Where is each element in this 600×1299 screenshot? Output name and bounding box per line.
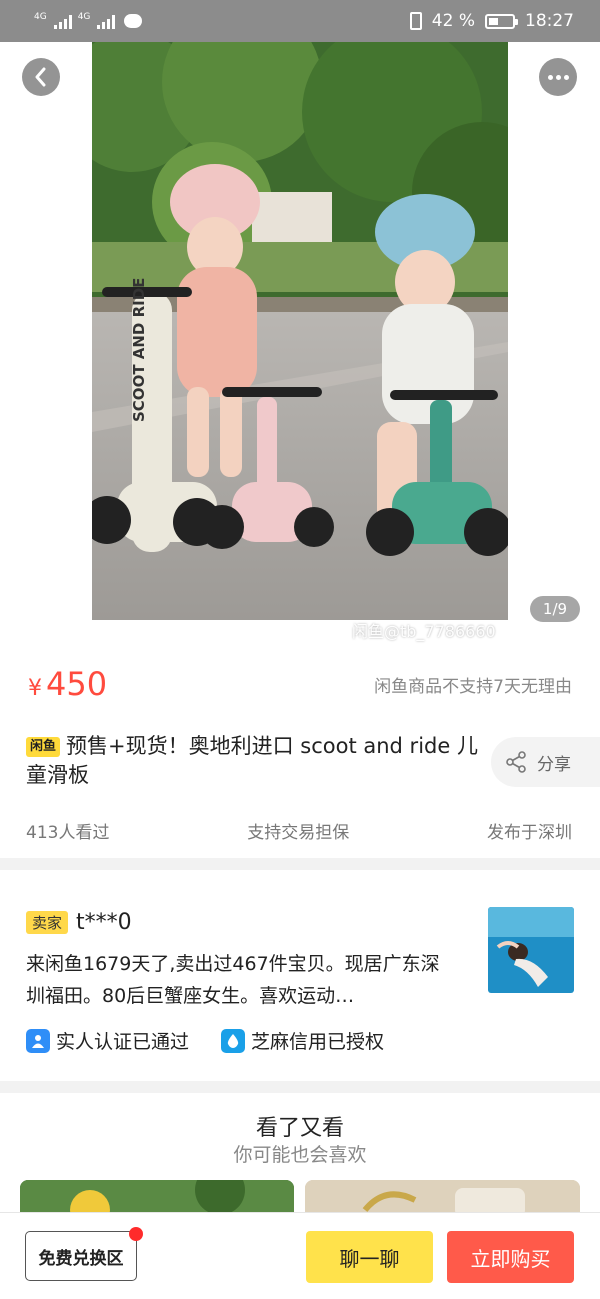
- product-photo[interactable]: SCOOT AND RIDE: [92, 42, 508, 620]
- buy-now-button[interactable]: 立即购买: [447, 1231, 574, 1283]
- more-dots-icon: [547, 74, 553, 80]
- seller-badges: 实人认证已通过 芝麻信用已授权: [26, 1027, 384, 1054]
- notification-dot: [129, 1227, 143, 1241]
- guarantee-info: 支持交易担保: [247, 823, 350, 843]
- battery-percent: 42 %: [431, 11, 475, 31]
- seller-bio: 来闲鱼1679天了,卖出过467件宝贝。现居广东深圳福田。80后巨蟹座女生。喜欢…: [26, 953, 440, 1007]
- product-meta: 413人看过 支持交易担保 发布于深圳: [0, 818, 600, 843]
- signal-icon: [53, 13, 72, 29]
- more-dots-icon: [555, 74, 561, 80]
- price-row: ¥ 450 闲鱼商品不支持7天无理由: [0, 658, 600, 710]
- network-type-2: 4G: [77, 12, 91, 22]
- avatar-image: [488, 907, 574, 993]
- seller-avatar[interactable]: [488, 907, 574, 993]
- price: ¥ 450: [28, 665, 107, 703]
- credit-badge-label: 芝麻信用已授权: [251, 1031, 385, 1053]
- product-title-text: 预售+现货！奥地利进口 scoot and ride 儿童滑板: [26, 734, 478, 787]
- identity-verified-icon: [26, 1028, 50, 1053]
- status-bar: 4G 4G 42 % 18:27: [0, 0, 600, 42]
- share-icon: [506, 751, 526, 773]
- share-button[interactable]: 分享: [491, 737, 600, 787]
- seller-header[interactable]: 卖家 t***0: [26, 910, 132, 935]
- view-count: 413人看过: [26, 823, 110, 843]
- gallery-counter: 1/9: [530, 596, 580, 622]
- chevron-left-icon: [35, 67, 46, 87]
- identity-badge: 实人认证已通过: [26, 1027, 189, 1054]
- battery-icon: [485, 13, 518, 29]
- back-button[interactable]: [22, 58, 60, 96]
- sesame-credit-icon: [221, 1028, 246, 1053]
- more-button[interactable]: [539, 58, 577, 96]
- identity-badge-label: 实人认证已通过: [56, 1031, 190, 1053]
- publish-location: 发布于深圳: [486, 823, 572, 843]
- currency-symbol: ¥: [28, 676, 42, 701]
- seller-name: t***0: [76, 910, 132, 935]
- section-divider: [0, 858, 600, 870]
- seller-tag: 卖家: [26, 911, 69, 934]
- section-divider: [0, 1081, 600, 1093]
- product-photo-illustration: SCOOT AND RIDE: [92, 42, 508, 620]
- chat-button[interactable]: 聊一聊: [306, 1231, 433, 1283]
- vibrate-icon: [409, 12, 422, 30]
- network-type-1: 4G: [34, 12, 47, 22]
- product-gallery[interactable]: SCOOT AND RIDE 1/9 闲鱼@tb_7786660: [0, 42, 600, 641]
- return-policy-note: 闲鱼商品不支持7天无理由: [374, 676, 572, 697]
- scooter-brand-text: SCOOT AND RIDE: [130, 278, 148, 422]
- share-label: 分享: [537, 754, 571, 775]
- recommend-subtitle: 你可能也会喜欢: [233, 1144, 367, 1166]
- clock: 18:27: [525, 11, 574, 31]
- product-title: 闲鱼 预售+现货！奥地利进口 scoot and ride 儿童滑板: [26, 732, 486, 790]
- more-dots-icon: [563, 74, 569, 80]
- xianyu-tag: 闲鱼: [26, 737, 61, 757]
- free-exchange-button[interactable]: 免费兑换区: [25, 1231, 137, 1281]
- battery-fill: [489, 17, 499, 25]
- recommend-title: 看了又看: [255, 1116, 344, 1141]
- message-notification-icon: [124, 14, 143, 28]
- price-value: 450: [46, 665, 108, 703]
- bottom-action-bar: 免费兑换区 聊一聊 立即购买: [0, 1212, 600, 1299]
- photo-watermark: 闲鱼@tb_7786660: [352, 622, 496, 641]
- credit-badge: 芝麻信用已授权: [221, 1027, 384, 1054]
- signal-icon: [97, 13, 116, 29]
